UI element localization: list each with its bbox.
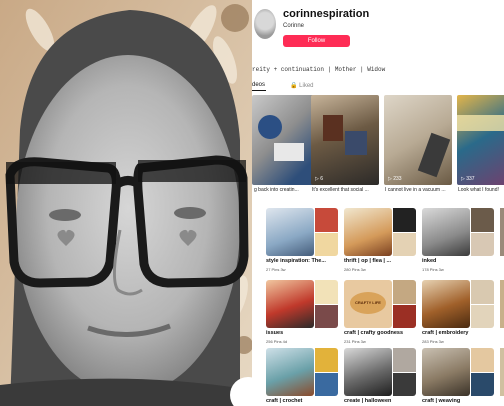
- board-title: style inspiration: The...: [266, 258, 326, 264]
- board-card[interactable]: [266, 280, 338, 328]
- board-card[interactable]: [266, 208, 338, 256]
- video-tile[interactable]: ▷ 233: [384, 95, 452, 185]
- board-meta: 178 Pins 3w: [422, 267, 444, 272]
- board-card-partial: [500, 348, 504, 396]
- board-title: issues: [266, 330, 284, 336]
- board-meta: 280 Pins 3w: [344, 267, 366, 272]
- board-title: inked: [422, 258, 437, 264]
- profile-handle: corinnespiration: [283, 8, 370, 20]
- video-view-count: ▷ 6: [315, 176, 324, 182]
- lock-icon: 🔒: [290, 83, 298, 89]
- video-view-count: ▷ 233: [388, 176, 402, 182]
- board-card[interactable]: [422, 280, 494, 328]
- board-title: thrift | op | flea | ...: [344, 258, 392, 264]
- play-icon: ▷: [388, 176, 392, 182]
- video-tile[interactable]: ▷ 337: [457, 95, 504, 185]
- board-card[interactable]: [344, 208, 416, 256]
- avatar[interactable]: [254, 9, 276, 39]
- video-caption: g back into creatin...: [254, 187, 299, 193]
- video-tile[interactable]: [252, 95, 320, 185]
- tab-active-indicator: [252, 90, 266, 91]
- video-caption: Look what I found!: [458, 187, 499, 193]
- video-caption: I cannot live in a vacuum ...: [385, 187, 446, 193]
- tab-liked-label: Liked: [299, 83, 314, 89]
- board-meta: 283 Pins 3w: [422, 339, 444, 344]
- portrait-illustration: [0, 0, 252, 406]
- board-meta: 231 Pins 3w: [344, 339, 366, 344]
- tab-videos[interactable]: deos: [252, 82, 265, 88]
- board-title: create | halloween: [344, 398, 392, 404]
- board-card[interactable]: [344, 348, 416, 396]
- board-title: craft | crochet: [266, 398, 303, 404]
- board-card[interactable]: [422, 208, 494, 256]
- board-card-partial: [500, 208, 504, 256]
- tab-liked[interactable]: 🔒 Liked: [290, 82, 314, 89]
- follow-button[interactable]: Follow: [283, 35, 350, 47]
- profile-panel: corinnespiration Corinne Follow reity + …: [252, 0, 504, 406]
- video-tile[interactable]: ▷ 6: [311, 95, 379, 185]
- crafty-life-sign: CRAFTY LIFE: [350, 292, 386, 314]
- video-view-count: ▷ 337: [461, 176, 475, 182]
- play-icon: ▷: [315, 176, 319, 182]
- board-card[interactable]: CRAFTY LIFE: [344, 280, 416, 328]
- video-caption: It's excellent that social ...: [312, 187, 369, 193]
- play-icon: ▷: [461, 176, 465, 182]
- board-meta: 256 Pins 4d: [266, 339, 288, 344]
- board-title: craft | weaving: [422, 398, 461, 404]
- profile-bio: reity + continuation | Mother | Widow: [252, 66, 386, 73]
- board-meta: 27 Pins 3w: [266, 267, 286, 272]
- profile-tabs: deos 🔒 Liked: [252, 82, 504, 96]
- profile-name: Corinne: [283, 23, 305, 29]
- board-title: craft | crafty goodness: [344, 330, 403, 336]
- board-card[interactable]: [422, 348, 494, 396]
- board-card[interactable]: [266, 348, 338, 396]
- profile-photo-panel: [0, 0, 252, 406]
- board-card-partial: [500, 280, 504, 328]
- board-title: craft | embroidery: [422, 330, 469, 336]
